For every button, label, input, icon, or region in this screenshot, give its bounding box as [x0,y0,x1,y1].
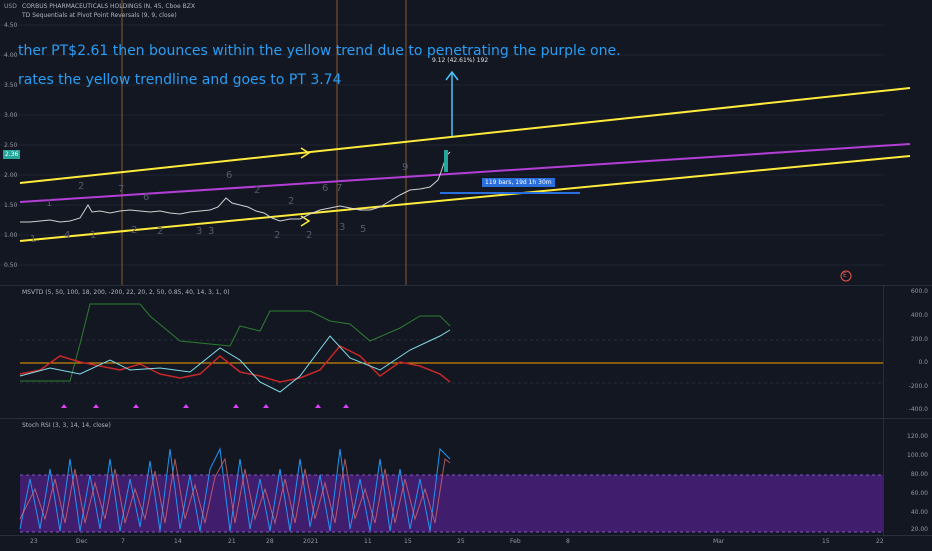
msvtd-pane[interactable]: MSVTD (5, 50, 100, 18, 200, -200, 22, 20… [0,285,932,418]
msvtd-green-line [20,303,451,382]
time-tick: 11 [364,538,372,545]
stoch-tick: 100.00 [907,452,928,459]
time-tick: 7 [121,538,125,545]
msvtd-legend[interactable]: MSVTD (5, 50, 100, 18, 200, -200, 22, 20… [22,289,230,296]
td-count: 3 [208,226,215,237]
msvtd-scale[interactable]: 600.0 400.0 200.0 0.0 -200.0 -400.0 [883,286,932,418]
td-count: 7 [118,184,125,195]
td-count: 2 [157,226,164,237]
time-tick: 23 [30,538,38,545]
time-tick: 25 [457,538,465,545]
price-tick: 3.00 [4,112,18,119]
stoch-tick: 20.00 [910,526,928,533]
time-tick: 2021 [303,538,319,545]
annotation-note-1[interactable]: ther PT$2.61 then bounces within the yel… [18,43,621,59]
stoch-rsi-pane[interactable]: Stoch RSI (3, 3, 14, 14, close) 120.00 1… [0,418,932,536]
td-count: 6 [226,170,233,181]
time-tick: 22 [876,538,884,545]
msvtd-tick: -200.0 [908,383,928,390]
price-tick: 4.00 [4,52,18,59]
time-tick: 14 [174,538,182,545]
td-count: 2 [274,230,281,241]
earnings-marker-label[interactable]: E [843,272,847,279]
td-count: 5 [360,224,367,235]
msvtd-tick: 600.0 [910,288,928,295]
stoch-tick: 60.00 [910,490,928,497]
indicator-legend[interactable]: TD Sequentials at Pivot Point Reversals … [22,12,177,19]
td-count: 6 [143,192,150,203]
time-tick: Mar [713,538,725,545]
stoch-band [20,475,884,532]
bars-range-label[interactable]: 119 bars, 19d 1h 30m [482,178,555,187]
price-tick: 2.00 [4,172,18,179]
time-tick: 21 [228,538,236,545]
td-count: 2 [131,225,138,236]
stoch-tick: 120.00 [907,433,928,440]
td-count: 2 [78,181,85,192]
td-count: 6 [322,183,329,194]
stoch-rsi-chart-svg[interactable] [0,419,932,536]
stoch-rsi-scale[interactable]: 120.00 100.00 80.00 60.00 40.00 20.00 [883,419,932,536]
measure-label[interactable]: 9.12 (42.61%) 192 [432,57,488,64]
stoch-rsi-legend[interactable]: Stoch RSI (3, 3, 14, 14, close) [22,422,111,429]
price-tick: 1.00 [4,232,18,239]
time-tick: 28 [266,538,274,545]
msvtd-tick: 0.0 [918,359,928,366]
stoch-tick: 40.00 [910,509,928,516]
td-count: 1 [90,230,97,241]
time-tick: 15 [404,538,412,545]
price-tick: 2.50 [4,142,18,149]
td-count: 2 [306,230,313,241]
last-price-tag: 2.36 [3,150,21,159]
msvtd-aqua-line [19,329,451,393]
time-axis[interactable]: 23 Dec 7 14 21 28 2021 11 15 25 Feb 8 Ma… [0,535,932,551]
msvtd-tick: 200.0 [910,336,928,343]
time-tick: 15 [822,538,830,545]
currency-label: USD [4,3,17,10]
msvtd-tick: -400.0 [908,406,928,413]
time-tick: 8 [566,538,570,545]
td-count: 1 [30,234,37,245]
td-count: 2 [254,185,261,196]
price-pane[interactable]: 1 2 7 6 6 2 6 7 9 1 4 1 2 2 3 3 2 2 3 5 … [0,0,932,285]
price-tick: 1.50 [4,202,18,209]
stoch-tick: 80.00 [910,471,928,478]
annotation-note-2[interactable]: rates the yellow trendline and goes to P… [18,72,342,88]
td-count: 7 [336,183,343,194]
price-tick: 4.50 [4,22,18,29]
td-count: 3 [339,222,346,233]
msvtd-chart-svg[interactable] [0,286,932,418]
td-count: 3 [196,226,203,237]
td-count: 4 [64,230,71,241]
time-tick: Feb [510,538,521,545]
td-count: 1 [46,198,53,209]
msvtd-tick: 400.0 [910,312,928,319]
td-count: 9 [402,162,409,173]
price-tick: 0.50 [4,262,18,269]
msvtd-red-line [19,345,451,383]
price-tick: 3.50 [4,82,18,89]
symbol-title[interactable]: CORBUS PHARMACEUTICALS HOLDINGS IN, 45, … [22,3,195,10]
time-tick: Dec [76,538,88,545]
td-count: 2 [288,196,295,207]
